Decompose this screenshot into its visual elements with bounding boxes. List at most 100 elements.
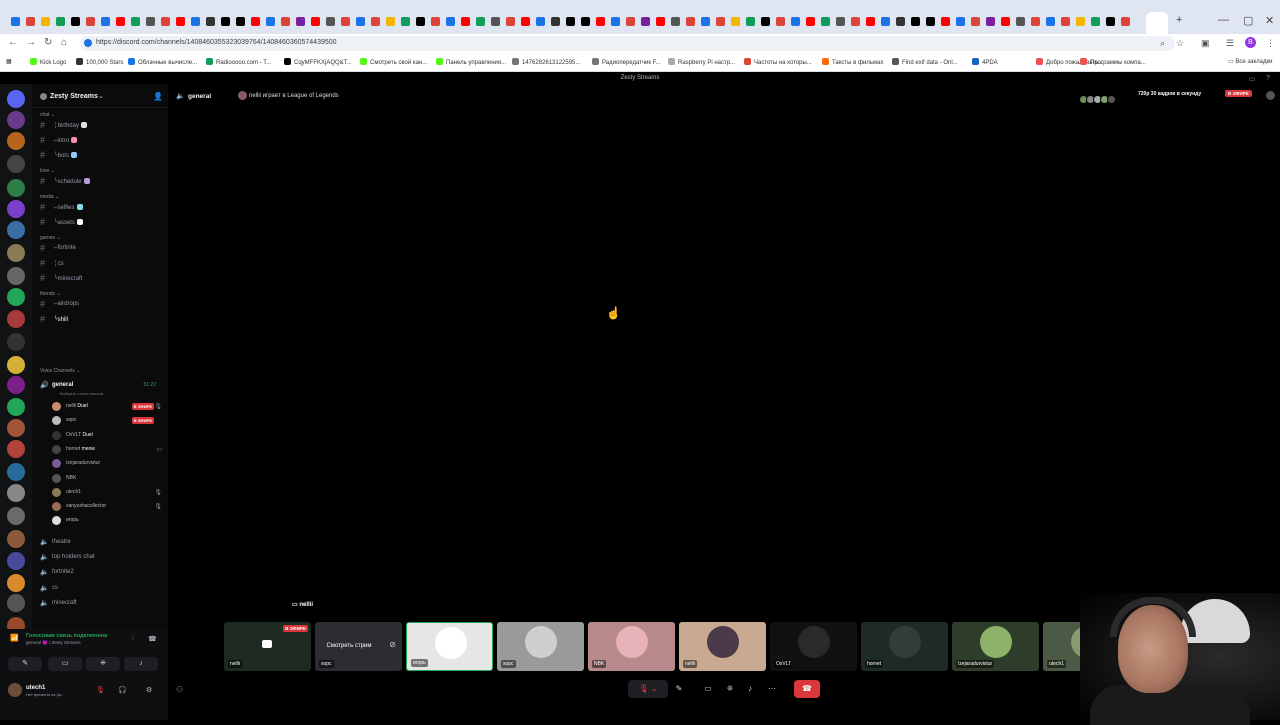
bookmark-item[interactable]: Find exif data - Onl... bbox=[892, 58, 958, 66]
minimize-button[interactable]: — bbox=[1218, 14, 1229, 26]
reload-icon[interactable]: ↻ bbox=[44, 37, 52, 48]
disconnect-icon[interactable]: ☎ bbox=[148, 635, 157, 643]
server-icon[interactable] bbox=[7, 356, 25, 374]
server-header[interactable]: Zesty Streams ⌄ 👤 bbox=[32, 84, 168, 108]
browser-tab[interactable] bbox=[310, 16, 322, 28]
browser-tab[interactable] bbox=[145, 16, 157, 28]
active-tab[interactable] bbox=[1146, 12, 1168, 34]
address-bar[interactable]: https://discord.com/channels/14084603553… bbox=[80, 36, 1175, 51]
browser-tab[interactable] bbox=[25, 16, 37, 28]
stream-viewport[interactable]: ☝ ▭ nellii bbox=[168, 108, 1280, 618]
voice-status[interactable]: Голосовая связь подключена bbox=[26, 633, 107, 639]
voice-user[interactable]: NBK bbox=[52, 472, 164, 484]
mic-muted-icon[interactable]: 🎙 bbox=[96, 686, 105, 694]
back-icon[interactable]: ← bbox=[8, 37, 18, 48]
voice-channel-item[interactable]: 🔈 theatre bbox=[40, 537, 164, 549]
server-icon[interactable] bbox=[7, 155, 25, 173]
help-icon[interactable]: ? bbox=[1266, 75, 1270, 82]
browser-tab[interactable] bbox=[535, 16, 547, 28]
bookmark-item[interactable]: Kick Logo bbox=[30, 58, 66, 66]
bookmark-item[interactable]: Частоты на которы... bbox=[744, 58, 812, 66]
mic-toggle-button[interactable]: 🎙 ⌄ bbox=[628, 680, 668, 698]
browser-tab[interactable] bbox=[205, 16, 217, 28]
participant-tile[interactable]: OxVLT bbox=[770, 622, 857, 671]
browser-tab[interactable] bbox=[775, 16, 787, 28]
browser-tab[interactable] bbox=[475, 16, 487, 28]
browser-tab[interactable] bbox=[610, 16, 622, 28]
browser-tab[interactable] bbox=[655, 16, 667, 28]
category-header[interactable]: games ⌄ bbox=[40, 235, 61, 241]
browser-tab[interactable] bbox=[130, 16, 142, 28]
browser-tab[interactable] bbox=[985, 16, 997, 28]
browser-tab[interactable] bbox=[895, 16, 907, 28]
server-icon[interactable] bbox=[7, 111, 25, 129]
bookmark-item[interactable]: 100,000 Stars bbox=[76, 58, 123, 66]
browser-tab[interactable] bbox=[520, 16, 532, 28]
bookmark-item[interactable]: Панель управления... bbox=[436, 58, 506, 66]
bookmark-item[interactable]: 1476282613122595... bbox=[512, 58, 580, 66]
browser-tab[interactable] bbox=[1105, 16, 1117, 28]
viewer-avatars[interactable] bbox=[1079, 91, 1116, 109]
participant-tile[interactable]: hornet bbox=[861, 622, 948, 671]
server-icon[interactable] bbox=[7, 244, 25, 262]
bookmark-item[interactable]: 4PDA bbox=[972, 58, 998, 66]
voice-channel-item[interactable]: 🔈 top holders chat bbox=[40, 552, 164, 564]
eye-off-icon[interactable]: ⊘ bbox=[389, 640, 396, 649]
server-icon[interactable] bbox=[7, 376, 25, 394]
browser-tab[interactable] bbox=[910, 16, 922, 28]
voice-channel-item[interactable]: 🔈 cs bbox=[40, 583, 164, 595]
browser-tab[interactable] bbox=[670, 16, 682, 28]
browser-tab[interactable] bbox=[70, 16, 82, 28]
participant-tile[interactable]: Izejaradurvistur bbox=[952, 622, 1039, 671]
profile-avatar[interactable]: B bbox=[1245, 37, 1256, 48]
apps-icon[interactable]: ▦ bbox=[6, 58, 12, 65]
server-icon[interactable] bbox=[7, 552, 25, 570]
more-button[interactable]: ⋯ bbox=[764, 680, 780, 698]
browser-tab[interactable] bbox=[685, 16, 697, 28]
browser-tab[interactable] bbox=[835, 16, 847, 28]
soundboard-button[interactable]: ♪ bbox=[124, 657, 158, 671]
browser-tab[interactable] bbox=[1075, 16, 1087, 28]
server-icon[interactable] bbox=[7, 221, 25, 239]
participant-tile[interactable]: В ЭФИРЕ nellii bbox=[224, 622, 311, 671]
browser-tab[interactable] bbox=[760, 16, 772, 28]
browser-tab[interactable] bbox=[115, 16, 127, 28]
bookmark-item[interactable]: Облачные вычисле... bbox=[128, 58, 197, 66]
gear-icon[interactable]: ⚙ bbox=[146, 686, 152, 694]
browser-tab[interactable] bbox=[490, 16, 502, 28]
browser-tab[interactable] bbox=[235, 16, 247, 28]
browser-tab[interactable] bbox=[250, 16, 262, 28]
channel-item[interactable]: # ╎cs bbox=[40, 258, 164, 270]
watch-stream-button[interactable]: Смотреть стрим bbox=[319, 639, 379, 653]
browser-tab[interactable] bbox=[175, 16, 187, 28]
browser-tab[interactable] bbox=[1090, 16, 1102, 28]
signal-icon[interactable]: 📶 bbox=[10, 634, 19, 642]
browser-tab[interactable] bbox=[1060, 16, 1072, 28]
browser-tab[interactable] bbox=[565, 16, 577, 28]
voice-channel-item[interactable]: 🔈 fortnite2 bbox=[40, 567, 164, 579]
bookmark-item[interactable]: Программы компа... bbox=[1080, 58, 1146, 66]
forward-icon[interactable]: → bbox=[26, 37, 36, 48]
browser-tab[interactable] bbox=[325, 16, 337, 28]
participant-tile[interactable]: nellii bbox=[679, 622, 766, 671]
browser-tab[interactable] bbox=[40, 16, 52, 28]
browser-tab[interactable] bbox=[865, 16, 877, 28]
bookmark-item[interactable]: Смотреть свой кан... bbox=[360, 58, 427, 66]
browser-tab[interactable] bbox=[715, 16, 727, 28]
browser-tab[interactable] bbox=[340, 16, 352, 28]
browser-tab[interactable] bbox=[460, 16, 472, 28]
browser-tab[interactable] bbox=[505, 16, 517, 28]
browser-tab[interactable] bbox=[640, 16, 652, 28]
noise-suppression-icon[interactable]: ⫶ bbox=[132, 635, 134, 643]
participant-tile[interactable]: NBK bbox=[588, 622, 675, 671]
server-icon[interactable] bbox=[7, 419, 25, 437]
browser-tab[interactable] bbox=[925, 16, 937, 28]
bookmark-item[interactable]: CqyMFFKXjAQQ&T... bbox=[284, 58, 352, 66]
browser-tab[interactable] bbox=[745, 16, 757, 28]
browser-tab[interactable] bbox=[700, 16, 712, 28]
browser-tab[interactable] bbox=[415, 16, 427, 28]
server-icon[interactable] bbox=[7, 267, 25, 285]
channel-item[interactable]: # ╰assets bbox=[40, 217, 164, 229]
browser-tab[interactable] bbox=[580, 16, 592, 28]
maximize-button[interactable]: ▢ bbox=[1243, 14, 1253, 27]
